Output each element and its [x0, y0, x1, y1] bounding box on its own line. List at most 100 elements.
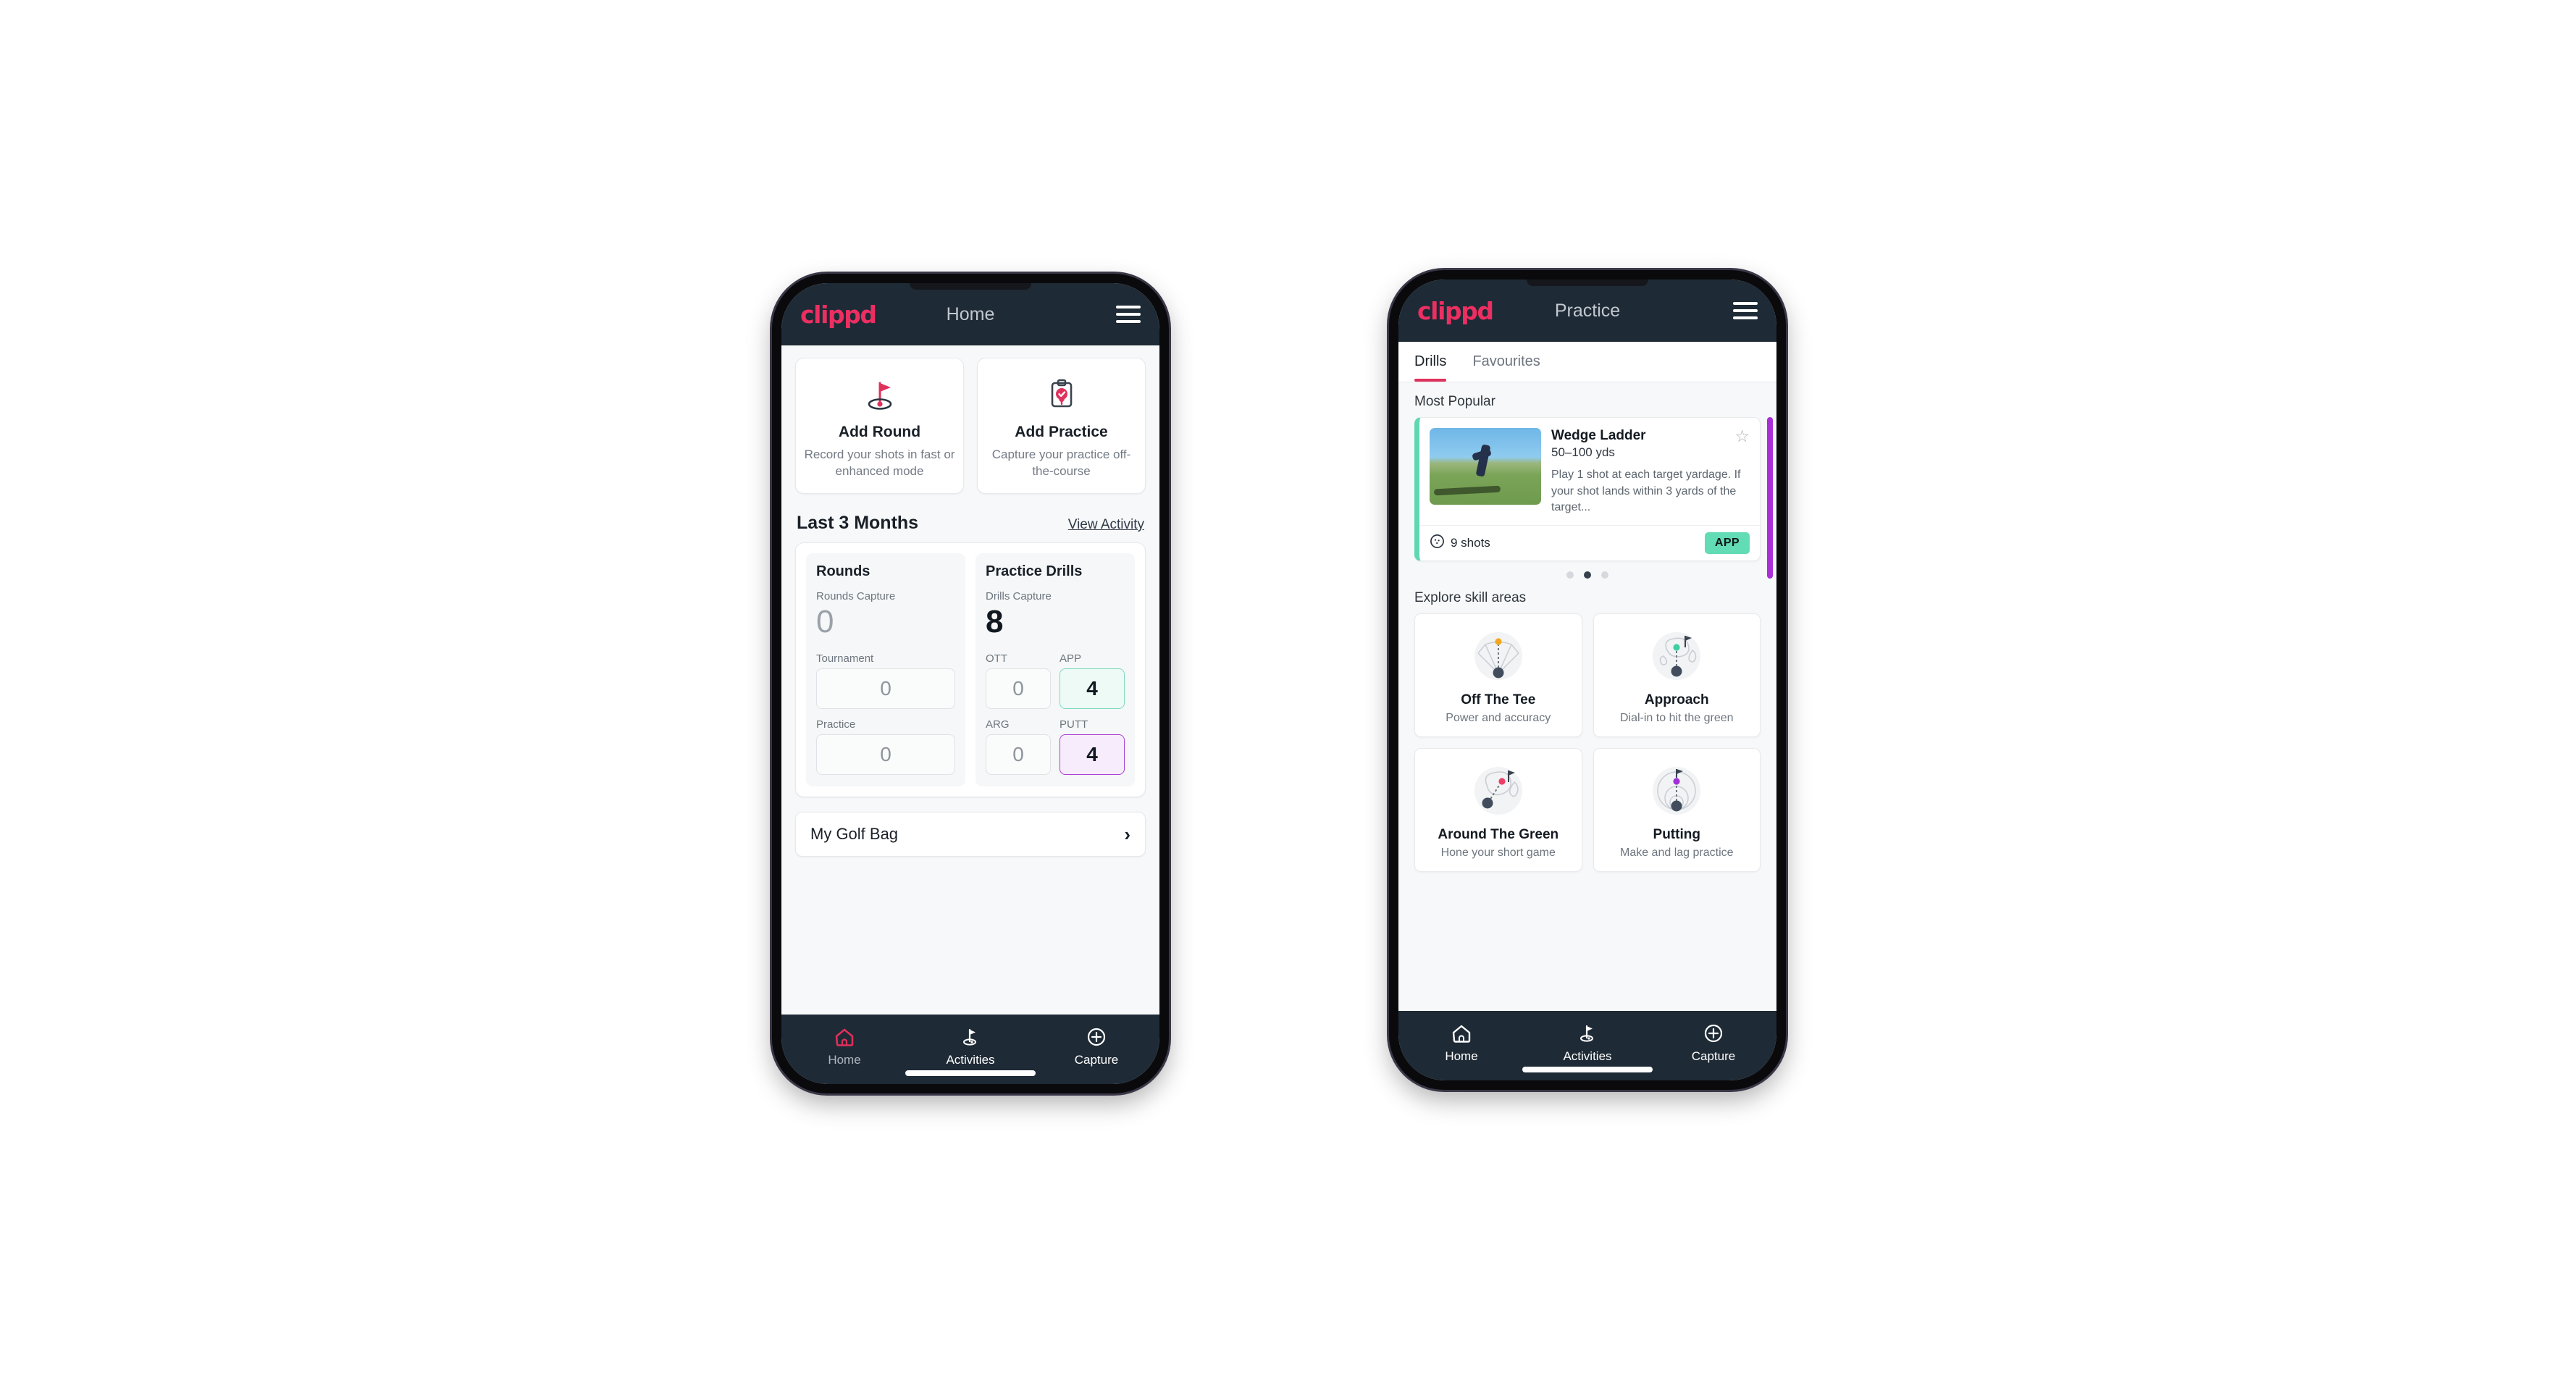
hamburger-icon[interactable]	[1116, 306, 1141, 323]
next-drill-card-peek[interactable]	[1767, 417, 1773, 579]
putt-value-box[interactable]: 4	[1060, 734, 1125, 775]
nav-label-activities: Activities	[946, 1053, 995, 1067]
thumb-shadow	[1433, 485, 1501, 496]
section-title: Last 3 Months	[797, 512, 919, 533]
practice-value-box[interactable]: 0	[816, 734, 955, 775]
drills-capture-label: Drills Capture	[986, 589, 1052, 602]
stats-card: Rounds Rounds Capture 0 Tournament 0 Pra…	[795, 542, 1146, 797]
putt-label: PUTT	[1060, 718, 1088, 731]
add-round-card[interactable]: Add Round Record your shots in fast or e…	[795, 358, 964, 494]
screenshot-canvas: clippd Home Add Round Record your shots …	[0, 0, 2576, 1386]
practice-tabs: Drills Favourites	[1398, 342, 1776, 382]
phone-practice-mockup: clippd Practice Drills Favourites Most P…	[1389, 270, 1786, 1090]
home-appbar: clippd Home	[781, 283, 1159, 345]
skill-card-off-the-tee[interactable]: Off The Tee Power and accuracy	[1414, 613, 1582, 738]
green-approach-icon	[1600, 624, 1755, 686]
clippd-logo[interactable]: clippd	[800, 301, 877, 329]
skill-title: Approach	[1644, 692, 1709, 708]
nav-item-capture[interactable]: Capture	[1650, 1021, 1776, 1064]
nav-label-capture: Capture	[1074, 1053, 1119, 1067]
home-indicator-bar	[905, 1070, 1036, 1076]
star-outline-icon[interactable]: ☆	[1734, 428, 1750, 445]
golf-flag-icon	[907, 1025, 1033, 1049]
rounds-capture-value: 0	[816, 603, 834, 639]
carousel-dot-1[interactable]	[1566, 571, 1574, 579]
tab-favourites[interactable]: Favourites	[1462, 342, 1550, 382]
putt-field: PUTT 4	[1060, 718, 1125, 775]
last-3-months-header: Last 3 Months View Activity	[781, 494, 1159, 542]
nav-item-activities[interactable]: Activities	[1524, 1021, 1650, 1064]
arg-value-box[interactable]: 0	[986, 734, 1051, 775]
chip-green-icon	[1421, 759, 1576, 821]
nav-label-home: Home	[828, 1053, 861, 1067]
drill-card-body: ☆ Wedge Ladder 50–100 yds Play 1 shot at…	[1419, 418, 1760, 525]
rounds-stat-column: Rounds Rounds Capture 0 Tournament 0 Pra…	[806, 553, 965, 786]
hamburger-icon[interactable]	[1733, 302, 1758, 319]
drills-capture-value: 8	[986, 603, 1004, 639]
nav-item-capture[interactable]: Capture	[1033, 1025, 1159, 1067]
drill-description: Play 1 shot at each target yardage. If y…	[1551, 469, 1741, 514]
drill-title: Wedge Ladder	[1551, 428, 1646, 443]
carousel-dot-2[interactable]	[1584, 571, 1591, 579]
view-activity-link[interactable]: View Activity	[1068, 517, 1144, 533]
add-round-title: Add Round	[838, 424, 921, 440]
golf-flag-icon	[803, 373, 956, 415]
carousel-dot-3[interactable]	[1601, 571, 1608, 579]
clippd-logo[interactable]: clippd	[1417, 297, 1494, 325]
add-round-subtitle: Record your shots in fast or enhanced mo…	[804, 448, 955, 478]
practice-label: Practice	[816, 718, 856, 731]
home-icon	[1398, 1021, 1524, 1046]
explore-skill-areas-label: Explore skill areas	[1414, 590, 1527, 606]
drill-carousel[interactable]: ☆ Wedge Ladder 50–100 yds Play 1 shot at…	[1398, 417, 1776, 579]
chevron-right-icon: ›	[1124, 823, 1130, 845]
drill-meta: ☆ Wedge Ladder 50–100 yds Play 1 shot at…	[1551, 428, 1750, 516]
golf-flag-icon	[1524, 1021, 1650, 1046]
drill-card-wedge-ladder[interactable]: ☆ Wedge Ladder 50–100 yds Play 1 shot at…	[1414, 417, 1761, 562]
add-practice-card[interactable]: Add Practice Capture your practice off-t…	[977, 358, 1146, 494]
practice-appbar: clippd Practice	[1398, 280, 1776, 342]
plus-circle-icon	[1650, 1021, 1776, 1046]
drill-yardage: 50–100 yds	[1551, 445, 1615, 459]
home-bottom-nav: Home Activities Capture	[781, 1015, 1159, 1084]
phone-home-mockup: clippd Home Add Round Record your shots …	[772, 274, 1169, 1093]
drill-thumbnail	[1430, 428, 1541, 505]
skill-card-approach[interactable]: Approach Dial-in to hit the green	[1593, 613, 1761, 738]
skill-card-around-the-green[interactable]: Around The Green Hone your short game	[1414, 748, 1582, 873]
drill-shots: 9 shots	[1430, 534, 1490, 553]
tournament-value-box[interactable]: 0	[816, 668, 955, 709]
quick-actions-row: Add Round Record your shots in fast or e…	[795, 358, 1146, 494]
arg-field: ARG 0	[986, 718, 1051, 775]
ott-value-box[interactable]: 0	[986, 668, 1051, 709]
app-label: APP	[1060, 652, 1082, 665]
add-practice-subtitle: Capture your practice off-the-course	[991, 448, 1131, 478]
drills-row-1: OTT 0 APP 4	[986, 652, 1125, 709]
drills-row-2: ARG 0 PUTT 4	[986, 718, 1125, 775]
drills-stat-column: Practice Drills Drills Capture 8 OTT 0 A…	[976, 553, 1135, 786]
home-screen: clippd Home Add Round Record your shots …	[781, 283, 1159, 1084]
quick-actions-section: Add Round Record your shots in fast or e…	[781, 345, 1159, 494]
most-popular-label: Most Popular	[1414, 394, 1495, 409]
rounds-capture-label: Rounds Capture	[816, 589, 896, 602]
drills-heading: Practice Drills	[986, 563, 1083, 579]
skill-title: Putting	[1653, 827, 1700, 843]
tournament-field: Tournament 0	[816, 652, 955, 709]
nav-label-home: Home	[1445, 1049, 1478, 1063]
drill-category-badge: APP	[1704, 532, 1750, 555]
skill-card-putting[interactable]: Putting Make and lag practice	[1593, 748, 1761, 873]
tee-fan-icon	[1421, 624, 1576, 686]
nav-item-activities[interactable]: Activities	[907, 1025, 1033, 1067]
app-value-box[interactable]: 4	[1060, 668, 1125, 709]
my-golf-bag-row[interactable]: My Golf Bag ›	[795, 811, 1146, 857]
skill-subtitle: Power and accuracy	[1446, 712, 1551, 725]
practice-bottom-nav: Home Activities Capture	[1398, 1011, 1776, 1080]
nav-item-home[interactable]: Home	[1398, 1021, 1524, 1064]
ott-label: OTT	[986, 652, 1007, 665]
tournament-label: Tournament	[816, 652, 874, 665]
tab-drills[interactable]: Drills	[1414, 342, 1456, 382]
skill-title: Off The Tee	[1461, 692, 1536, 708]
nav-item-home[interactable]: Home	[781, 1025, 907, 1067]
nav-label-capture: Capture	[1691, 1049, 1736, 1063]
drill-card-footer: 9 shots APP	[1419, 525, 1760, 560]
home-icon	[781, 1025, 907, 1049]
home-indicator-bar	[1522, 1067, 1653, 1072]
